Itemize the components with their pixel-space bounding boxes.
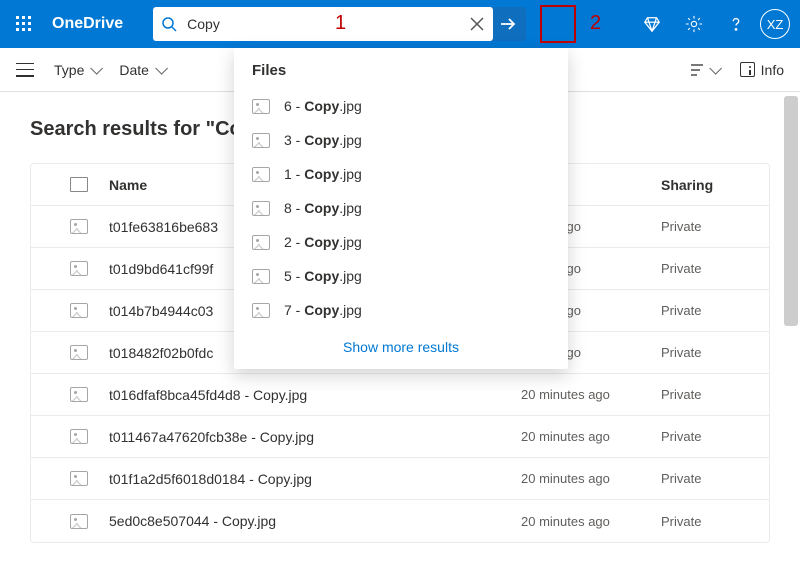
suggestions-heading: Files bbox=[252, 62, 550, 79]
suggestion-label: 7 - Copy.jpg bbox=[284, 302, 362, 318]
table-row[interactable]: 5ed0c8e507044 - Copy.jpg20 minutes agoPr… bbox=[31, 500, 769, 542]
row-name: 5ed0c8e507044 - Copy.jpg bbox=[109, 513, 521, 529]
chevron-down-icon bbox=[709, 62, 718, 78]
image-icon bbox=[252, 133, 270, 148]
suggestion-item[interactable]: 6 - Copy.jpg bbox=[234, 89, 568, 123]
suggestion-label: 3 - Copy.jpg bbox=[284, 132, 362, 148]
image-icon bbox=[70, 261, 88, 276]
row-modified: 20 minutes ago bbox=[521, 471, 661, 486]
app-bar-right: XZ bbox=[634, 6, 790, 42]
suggestion-item[interactable]: 1 - Copy.jpg bbox=[234, 157, 568, 191]
row-icon bbox=[49, 261, 109, 276]
filter-type-button[interactable]: Type bbox=[54, 62, 99, 78]
suggestion-label: 8 - Copy.jpg bbox=[284, 200, 362, 216]
row-sharing: Private bbox=[661, 387, 751, 402]
row-icon bbox=[49, 303, 109, 318]
row-icon bbox=[49, 471, 109, 486]
suggestion-label: 1 - Copy.jpg bbox=[284, 166, 362, 182]
show-more-results[interactable]: Show more results bbox=[234, 327, 568, 357]
vertical-scrollbar[interactable] bbox=[784, 96, 798, 326]
row-icon bbox=[49, 429, 109, 444]
row-name: t01f1a2d5f6018d0184 - Copy.jpg bbox=[109, 471, 521, 487]
row-name: t011467a47620fcb38e - Copy.jpg bbox=[109, 429, 521, 445]
image-icon bbox=[252, 99, 270, 114]
row-modified: 20 minutes ago bbox=[521, 429, 661, 444]
filter-date-label: Date bbox=[119, 62, 149, 78]
premium-icon[interactable] bbox=[634, 6, 670, 42]
image-icon bbox=[70, 514, 88, 529]
col-sharing[interactable]: Sharing bbox=[661, 177, 751, 193]
image-icon bbox=[252, 235, 270, 250]
suggestion-label: 5 - Copy.jpg bbox=[284, 268, 362, 284]
help-icon[interactable] bbox=[718, 6, 754, 42]
row-icon bbox=[49, 345, 109, 360]
row-icon bbox=[49, 514, 109, 529]
chevron-down-icon bbox=[90, 62, 99, 78]
image-icon bbox=[252, 303, 270, 318]
row-icon bbox=[49, 387, 109, 402]
search-box bbox=[153, 7, 493, 41]
row-sharing: Private bbox=[661, 429, 751, 444]
search-submit-button[interactable] bbox=[490, 7, 526, 41]
image-icon bbox=[70, 471, 88, 486]
settings-icon[interactable] bbox=[676, 6, 712, 42]
row-name: t016dfaf8bca45fd4d8 - Copy.jpg bbox=[109, 387, 521, 403]
row-sharing: Private bbox=[661, 303, 751, 318]
sort-button[interactable] bbox=[691, 62, 718, 78]
image-icon bbox=[252, 201, 270, 216]
row-sharing: Private bbox=[661, 471, 751, 486]
info-label: Info bbox=[761, 62, 784, 78]
suggestion-label: 2 - Copy.jpg bbox=[284, 234, 362, 250]
suggestion-item[interactable]: 7 - Copy.jpg bbox=[234, 293, 568, 327]
suggestion-item[interactable]: 2 - Copy.jpg bbox=[234, 225, 568, 259]
row-sharing: Private bbox=[661, 514, 751, 529]
chevron-down-icon bbox=[155, 62, 164, 78]
col-icon[interactable] bbox=[49, 177, 109, 192]
image-icon bbox=[70, 387, 88, 402]
row-sharing: Private bbox=[661, 345, 751, 360]
info-icon bbox=[740, 62, 755, 77]
search-input[interactable] bbox=[185, 7, 461, 41]
suggestion-item[interactable]: 5 - Copy.jpg bbox=[234, 259, 568, 293]
clear-search-icon[interactable] bbox=[461, 17, 493, 31]
filter-date-button[interactable]: Date bbox=[119, 62, 164, 78]
account-avatar[interactable]: XZ bbox=[760, 9, 790, 39]
suggestion-item[interactable]: 3 - Copy.jpg bbox=[234, 123, 568, 157]
info-pane-button[interactable]: Info bbox=[740, 62, 784, 78]
file-icon bbox=[70, 177, 88, 192]
row-modified: 20 minutes ago bbox=[521, 387, 661, 402]
nav-toggle-button[interactable] bbox=[16, 63, 34, 77]
filter-type-label: Type bbox=[54, 62, 84, 78]
row-sharing: Private bbox=[661, 219, 751, 234]
search-icon bbox=[153, 16, 185, 32]
row-icon bbox=[49, 219, 109, 234]
image-icon bbox=[70, 303, 88, 318]
table-row[interactable]: t016dfaf8bca45fd4d8 - Copy.jpg20 minutes… bbox=[31, 374, 769, 416]
row-sharing: Private bbox=[661, 261, 751, 276]
search-suggestions: Files 6 - Copy.jpg 3 - Copy.jpg 1 - Copy.j… bbox=[234, 48, 568, 369]
image-icon bbox=[252, 269, 270, 284]
image-icon bbox=[70, 345, 88, 360]
image-icon bbox=[252, 167, 270, 182]
app-launcher-icon[interactable] bbox=[10, 10, 38, 38]
suggestion-label: 6 - Copy.jpg bbox=[284, 98, 362, 114]
table-row[interactable]: t01f1a2d5f6018d0184 - Copy.jpg20 minutes… bbox=[31, 458, 769, 500]
table-row[interactable]: t011467a47620fcb38e - Copy.jpg20 minutes… bbox=[31, 416, 769, 458]
app-bar: OneDrive bbox=[0, 0, 800, 48]
row-modified: 20 minutes ago bbox=[521, 514, 661, 529]
image-icon bbox=[70, 219, 88, 234]
image-icon bbox=[70, 429, 88, 444]
app-name[interactable]: OneDrive bbox=[52, 15, 123, 33]
suggestion-item[interactable]: 8 - Copy.jpg bbox=[234, 191, 568, 225]
hamburger-icon bbox=[16, 63, 34, 77]
